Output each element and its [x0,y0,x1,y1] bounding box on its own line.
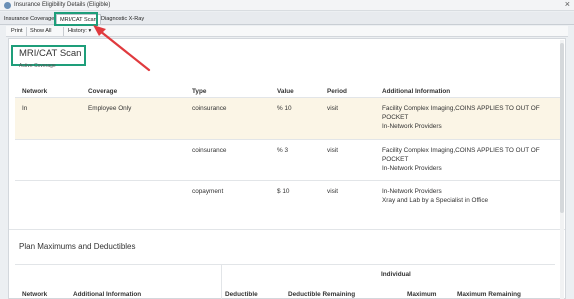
plan-maximums-section: Plan Maximums and Deductibles Individual… [9,229,565,299]
section-title: MRI/CAT Scan [19,48,82,59]
cell-info-line: POCKET [382,114,409,121]
column-header-maximum: Maximum [407,291,437,298]
print-button[interactable]: Print [9,27,25,36]
eligibility-window: Insurance Eligibility Details (Eligible)… [0,0,574,299]
cell-info-line: In-Network Providers [382,188,442,195]
table-row[interactable]: coinsurance % 3 visit Facility Complex I… [15,139,561,180]
cell-period: visit [327,105,339,112]
column-header-network: Network [22,291,48,298]
cell-period: visit [327,188,339,195]
scrollbar-thumb[interactable] [560,43,564,213]
details-panel: MRI/CAT Scan Active Coverage Network Cov… [8,38,566,299]
history-label: History: [68,28,87,34]
column-header-value: Value [277,88,294,95]
cell-period: visit [327,147,339,154]
cell-type: coinsurance [192,105,227,112]
app-icon [4,2,11,9]
column-header-additional-info: Additional Information [382,88,451,95]
column-header-deductible: Deductible [225,291,258,298]
column-header-maximum-remaining: Maximum Remaining [457,291,521,298]
cell-value: % 3 [277,147,289,154]
individual-group-header: Individual [381,271,411,278]
cell-value: % 10 [277,105,292,112]
coverage-status: Active Coverage [19,63,56,69]
toolbar-divider [26,27,27,36]
table-row[interactable]: copayment $ 10 visit In-Network Provider… [15,180,561,220]
plan-maximums-title: Plan Maximums and Deductibles [19,242,136,251]
toolbar: Print Show All History: ▾ [6,26,568,37]
cell-info-line: Facility Complex Imaging,COINS APPLIES T… [382,105,540,112]
cell-coverage: Employee Only [88,105,132,112]
cell-network: In [22,105,28,112]
column-header-period: Period [327,88,347,95]
divider [221,264,222,299]
cell-info-line: Facility Complex Imaging,COINS APPLIES T… [382,147,540,154]
close-icon[interactable]: × [565,0,570,10]
cell-type: coinsurance [192,147,227,154]
chevron-down-icon: ▾ [88,28,92,34]
tab-diagnostic-xray[interactable]: Diagnostic X-Ray [99,14,146,24]
window-title: Insurance Eligibility Details (Eligible) [14,2,111,8]
column-header-network: Network [22,88,48,95]
tab-insurance-coverage[interactable]: Insurance Coverage [2,14,56,24]
cell-type: copayment [192,188,224,195]
cell-info-line: In-Network Providers [382,123,442,130]
column-header-type: Type [192,88,207,95]
cell-info-line: Xray and Lab by a Specialist in Office [382,197,489,204]
column-header-additional-info: Additional Information [73,291,142,298]
column-header-deductible-remaining: Deductible Remaining [288,291,356,298]
show-all-button[interactable]: Show All [28,27,53,36]
history-dropdown[interactable]: History: ▾ [66,27,93,36]
cell-info-line: POCKET [382,156,409,163]
tab-highlight-box [54,12,98,26]
cell-value: $ 10 [277,188,290,195]
divider [15,264,555,265]
cell-info-line: In-Network Providers [382,165,442,172]
table-row[interactable]: In Employee Only coinsurance % 10 visit … [15,97,561,139]
toolbar-divider [63,27,64,36]
column-header-coverage: Coverage [88,88,118,95]
title-bar: Insurance Eligibility Details (Eligible)… [0,0,574,11]
